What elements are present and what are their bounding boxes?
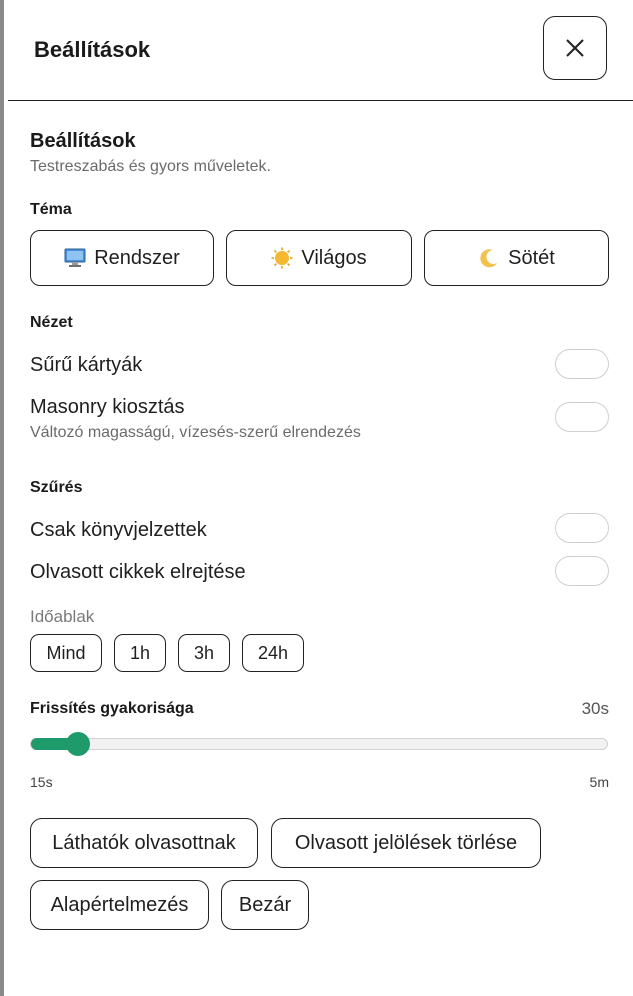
close-action-button[interactable]: Bezár [221, 880, 309, 930]
reset-defaults-button[interactable]: Alapértelmezés [30, 880, 209, 930]
theme-system-button[interactable]: Rendszer [30, 230, 214, 286]
masonry-toggle[interactable] [555, 402, 609, 432]
theme-label: Téma [30, 201, 72, 218]
refresh-slider-track[interactable] [30, 738, 608, 750]
theme-dark-button[interactable]: Sötét [424, 230, 609, 286]
theme-dark-label: Sötét [508, 246, 555, 269]
bookmarked-only-toggle[interactable] [555, 513, 609, 543]
settings-heading: Beállítások [30, 130, 136, 152]
theme-system-label: Rendszer [94, 246, 180, 269]
filter-label: Szűrés [30, 479, 83, 496]
moon-icon [480, 249, 498, 268]
sun-icon [271, 247, 293, 269]
timewindow-24h-chip[interactable]: 24h [242, 634, 304, 672]
refresh-max-label: 5m [589, 774, 609, 790]
settings-panel: Beállítások Beállítások Testreszabás és … [0, 0, 633, 996]
mark-visible-read-button[interactable]: Láthatók olvasottnak [30, 818, 258, 868]
refresh-value: 30s [581, 699, 609, 718]
dense-cards-toggle[interactable] [555, 349, 609, 379]
panel-title: Beállítások [34, 37, 151, 62]
timewindow-label: Időablak [30, 607, 95, 626]
theme-light-label: Világos [301, 246, 367, 269]
hide-read-toggle[interactable] [555, 556, 609, 586]
hide-read-label: Olvasott cikkek elrejtése [30, 561, 246, 583]
dense-cards-label: Sűrű kártyák [30, 354, 143, 376]
timewindow-1h-chip[interactable]: 1h [114, 634, 166, 672]
monitor-icon [64, 248, 86, 267]
clear-read-marks-button[interactable]: Olvasott jelölések törlése [271, 818, 541, 868]
settings-subtitle: Testreszabás és gyors műveletek. [30, 158, 271, 175]
close-button[interactable] [543, 16, 607, 80]
bookmarked-only-label: Csak könyvjelzettek [30, 519, 207, 541]
theme-light-button[interactable]: Világos [226, 230, 412, 286]
view-label: Nézet [30, 314, 73, 331]
masonry-label: Masonry kiosztás [30, 396, 185, 418]
refresh-min-label: 15s [30, 774, 53, 790]
refresh-label: Frissítés gyakorisága [30, 700, 194, 717]
close-icon [566, 39, 584, 57]
masonry-hint: Változó magasságú, vízesés-szerű elrende… [30, 424, 361, 441]
panel-header: Beállítások [8, 0, 633, 101]
timewindow-3h-chip[interactable]: 3h [178, 634, 230, 672]
refresh-slider-thumb[interactable] [66, 732, 91, 756]
timewindow-all-chip[interactable]: Mind [30, 634, 102, 672]
